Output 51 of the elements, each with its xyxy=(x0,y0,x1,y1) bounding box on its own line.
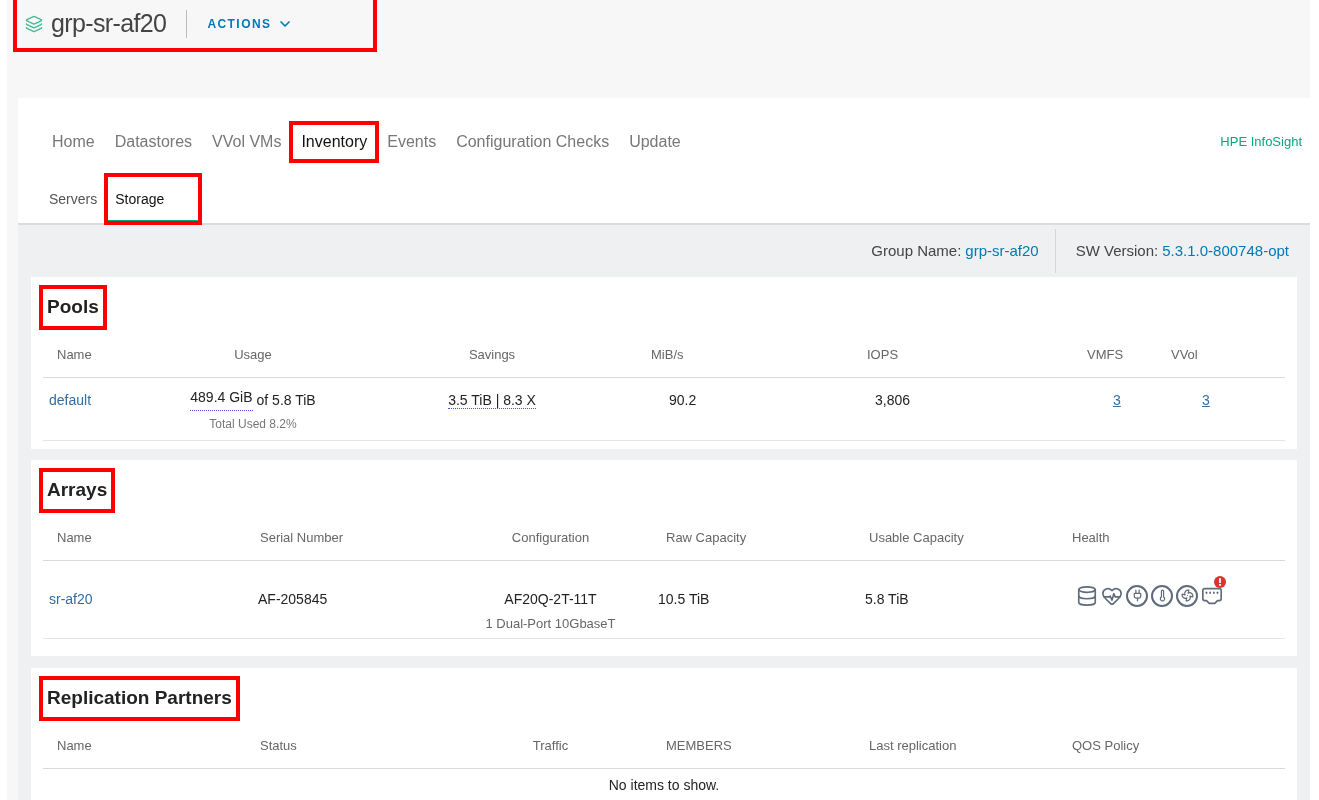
column-header: Raw Capacity xyxy=(665,529,748,548)
column-header: VVol xyxy=(1170,346,1199,365)
table-cell-text: 3,806 xyxy=(874,390,912,410)
usage-percentage: Total Used 8.2% xyxy=(209,415,297,433)
table-cell-text: 10.5 TiB xyxy=(657,589,711,609)
column-header: Name xyxy=(56,346,93,365)
sw-version-link[interactable]: 5.3.1.0-800748-opt xyxy=(1162,239,1289,263)
table-cell-text: 5.8 TiB xyxy=(864,589,910,609)
column-header: Last replication xyxy=(868,737,958,756)
usage-amount-link[interactable]: 489.4 GiB xyxy=(190,389,253,411)
column-header: Traffic xyxy=(531,737,570,756)
nav-tab[interactable]: Home xyxy=(44,124,103,159)
configuration-note: 1 Dual-Port 10GbaseT xyxy=(485,614,616,633)
column-header: MEMBERS xyxy=(665,737,733,756)
column-header: MiB/s xyxy=(651,346,685,365)
nav-tab[interactable]: Datastores xyxy=(106,124,201,159)
group-name-link[interactable]: grp-sr-af20 xyxy=(965,239,1039,263)
nav-tab[interactable]: Configuration Checks xyxy=(448,124,618,159)
column-header: IOPS xyxy=(867,346,900,365)
actions-button[interactable]: ACTIONS xyxy=(207,15,294,33)
column-header: Status xyxy=(259,737,298,756)
table-cell-text: 90.2 xyxy=(668,390,698,410)
column-header: Name xyxy=(56,529,93,548)
column-header: Health xyxy=(1071,529,1111,548)
column-header: Usage xyxy=(233,346,273,365)
usage-total: of 5.8 TiB xyxy=(256,390,316,410)
nav-tab[interactable]: VVol VMs xyxy=(204,124,290,159)
empty-message: No items to show. xyxy=(608,776,720,793)
nav-tab[interactable]: Update xyxy=(621,124,689,159)
nav-tab[interactable]: Events xyxy=(379,124,445,159)
table-cell-text: AF-205845 xyxy=(257,589,329,609)
sub-tab[interactable]: Servers xyxy=(40,175,107,223)
column-header: Serial Number xyxy=(259,529,345,548)
pool-name-link[interactable]: default xyxy=(43,389,173,440)
vvol-count-link[interactable]: 3 xyxy=(1202,391,1210,408)
vmfs-count-link[interactable]: 3 xyxy=(1113,391,1121,408)
column-header: VMFS xyxy=(1086,346,1125,365)
column-header: Configuration xyxy=(510,529,591,548)
sub-tab[interactable]: Storage xyxy=(106,175,201,223)
column-header: Name xyxy=(56,737,93,756)
sw-version-label: SW Version: xyxy=(1075,240,1159,261)
column-header: Usable Capacity xyxy=(868,529,965,548)
array-name-link[interactable]: sr-af20 xyxy=(43,588,246,638)
group-name-label: Group Name: xyxy=(871,240,962,261)
layers-icon xyxy=(25,15,43,33)
column-header: QOS Policy xyxy=(1071,737,1141,756)
infosight-link[interactable]: HPE InfoSight xyxy=(1220,131,1302,152)
savings-link[interactable]: 3.5 TiB | 8.3 X xyxy=(448,391,536,409)
group-title: grp-sr-af20 xyxy=(51,8,167,40)
table-cell-text: AF20Q-2T-11T xyxy=(504,589,597,609)
column-header: Savings xyxy=(467,346,517,365)
